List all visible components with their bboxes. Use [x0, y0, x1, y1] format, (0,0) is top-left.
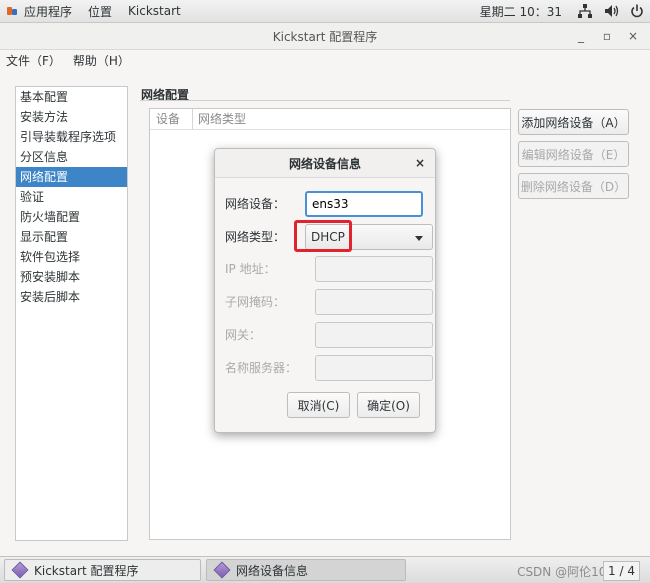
- add-network-device-button[interactable]: 添加网络设备（A）: [518, 109, 629, 135]
- config-category-list: 基本配置 安装方法 引导装载程序选项 分区信息 网络配置 验证 防火墙配置 显示…: [15, 86, 128, 541]
- task-kickstart-label: Kickstart 配置程序: [34, 563, 139, 578]
- device-label: 网络设备：: [225, 197, 286, 211]
- column-device[interactable]: 设备: [150, 109, 193, 129]
- applications-menu[interactable]: 应用程序: [0, 0, 80, 22]
- network-icon[interactable]: [577, 3, 593, 19]
- minimize-button[interactable]: _: [570, 23, 592, 49]
- highlight-box: [294, 220, 352, 252]
- gateway-row: 网关：: [225, 322, 433, 348]
- dialog-close-icon[interactable]: ×: [415, 149, 425, 177]
- cancel-button[interactable]: 取消(C): [287, 392, 350, 418]
- maximize-button[interactable]: ▫: [596, 23, 618, 49]
- task-network-dialog-label: 网络设备信息: [236, 563, 309, 578]
- dns-field-box: [315, 355, 433, 381]
- ip-label: IP 地址：: [225, 262, 276, 276]
- sidebar-item-pre-script[interactable]: 预安装脚本: [16, 267, 127, 287]
- sidebar-item-bootloader[interactable]: 引导装载程序选项: [16, 127, 127, 147]
- sidebar-item-install-method[interactable]: 安装方法: [16, 107, 127, 127]
- sidebar-item-display[interactable]: 显示配置: [16, 227, 127, 247]
- applications-icon: [6, 5, 18, 17]
- sidebar-item-firewall[interactable]: 防火墙配置: [16, 207, 127, 227]
- netmask-label: 子网掩码：: [225, 295, 286, 309]
- window-titlebar[interactable]: Kickstart 配置程序 _ ▫ ×: [0, 23, 650, 50]
- ip-input[interactable]: [316, 257, 432, 281]
- gateway-field-box: [315, 322, 433, 348]
- device-input[interactable]: [307, 193, 421, 215]
- ip-row: IP 地址：: [225, 256, 433, 282]
- volume-icon[interactable]: [603, 3, 619, 19]
- clock[interactable]: 星期二 10：31: [470, 3, 572, 20]
- sidebar-item-packages[interactable]: 软件包选择: [16, 247, 127, 267]
- menu-help[interactable]: 帮助（H）: [67, 50, 136, 72]
- watermark: CSDN @阿伦100: [517, 565, 614, 579]
- applications-label: 应用程序: [24, 4, 73, 19]
- places-menu[interactable]: 位置: [80, 0, 120, 22]
- power-icon[interactable]: [629, 3, 645, 19]
- taskbar: Kickstart 配置程序 网络设备信息 CSDN @阿伦100 1 / 4: [0, 556, 650, 583]
- gateway-label: 网关：: [225, 328, 262, 342]
- active-app-label: Kickstart: [128, 4, 181, 18]
- window-title: Kickstart 配置程序: [272, 29, 378, 44]
- task-network-dialog[interactable]: 网络设备信息: [206, 559, 406, 581]
- ip-field-box: [315, 256, 433, 282]
- group-divider: [140, 100, 510, 101]
- app-diamond-icon: [213, 561, 231, 579]
- table-header: 设备 网络类型: [150, 109, 510, 130]
- task-kickstart[interactable]: Kickstart 配置程序: [4, 559, 201, 581]
- sidebar-item-post-script[interactable]: 安装后脚本: [16, 287, 127, 307]
- gateway-input[interactable]: [316, 323, 432, 347]
- close-button[interactable]: ×: [622, 23, 644, 49]
- ok-button[interactable]: 确定(O): [357, 392, 420, 418]
- top-panel: 应用程序 位置 Kickstart 星期二 10：31: [0, 0, 650, 23]
- type-label: 网络类型：: [225, 230, 286, 244]
- edit-network-device-button[interactable]: 编辑网络设备（E）: [518, 141, 629, 167]
- device-row: 网络设备：: [225, 191, 425, 217]
- dns-row: 名称服务器：: [225, 355, 433, 381]
- menu-file[interactable]: 文件（F）: [0, 50, 67, 72]
- netmask-field-box: [315, 289, 433, 315]
- menu-bar: 文件（F） 帮助（H）: [0, 50, 650, 72]
- netmask-input[interactable]: [316, 290, 432, 314]
- device-field-box: [305, 191, 423, 217]
- workspace-pager[interactable]: 1 / 4: [603, 561, 640, 581]
- places-label: 位置: [88, 4, 113, 19]
- network-device-dialog: 网络设备信息 × 网络设备： 网络类型： DHCP IP 地址： 子网掩码： 网…: [214, 148, 436, 433]
- dns-label: 名称服务器：: [225, 361, 298, 375]
- sidebar-item-basic[interactable]: 基本配置: [16, 87, 127, 107]
- dropdown-arrow-icon: [415, 236, 423, 241]
- dialog-titlebar[interactable]: 网络设备信息 ×: [215, 149, 435, 178]
- sidebar-item-partition[interactable]: 分区信息: [16, 147, 127, 167]
- column-type[interactable]: 网络类型: [193, 109, 246, 129]
- app-diamond-icon: [11, 561, 29, 579]
- dns-input[interactable]: [316, 356, 432, 380]
- delete-network-device-button[interactable]: 删除网络设备（D）: [518, 173, 629, 199]
- dialog-title: 网络设备信息: [288, 156, 361, 171]
- sidebar-item-network[interactable]: 网络配置: [16, 167, 127, 187]
- sidebar-item-auth[interactable]: 验证: [16, 187, 127, 207]
- active-app-menu[interactable]: Kickstart: [120, 0, 189, 22]
- netmask-row: 子网掩码：: [225, 289, 433, 315]
